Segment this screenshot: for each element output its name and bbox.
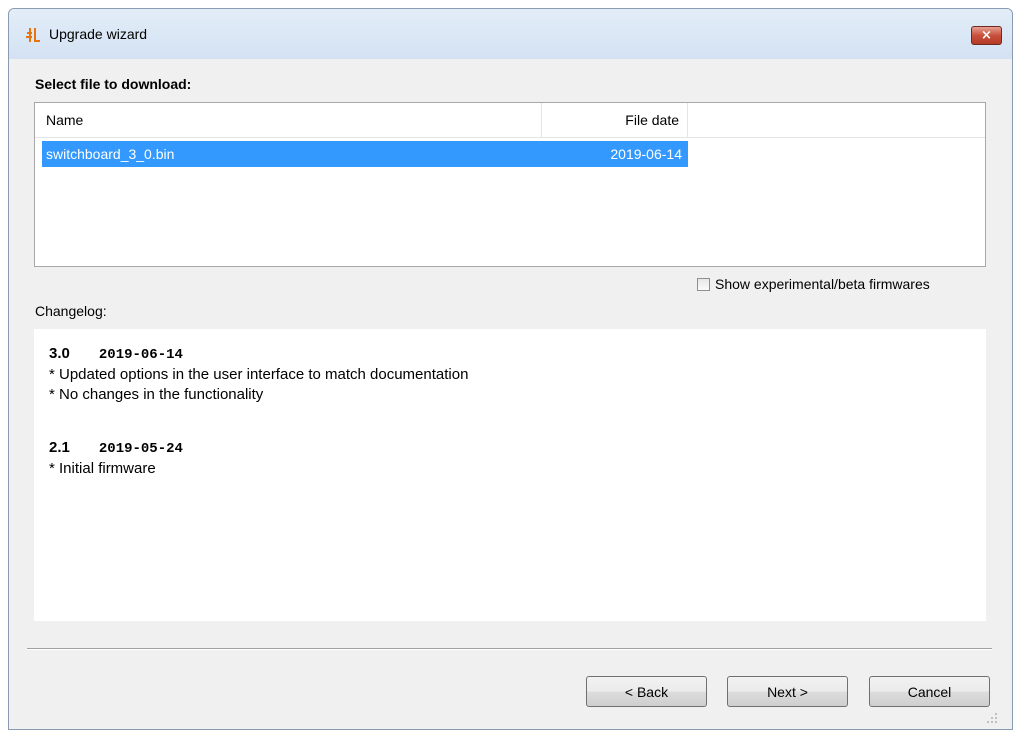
changelog-date: 2019-05-24 (98, 441, 183, 457)
file-name-cell: switchboard_3_0.bin (46, 146, 175, 162)
resize-grip-icon[interactable] (986, 711, 998, 723)
next-button[interactable]: Next > (727, 676, 848, 707)
column-header-name[interactable]: Name (35, 103, 542, 137)
show-beta-option[interactable]: Show experimental/beta firmwares (697, 274, 930, 294)
file-list-table[interactable]: Name File date switchboard_3_0.bin 2019-… (34, 102, 986, 267)
close-icon: × (981, 28, 992, 43)
show-beta-label[interactable]: Show experimental/beta firmwares (715, 276, 930, 292)
select-file-heading: Select file to download: (35, 76, 192, 92)
title-bar[interactable]: Upgrade wizard × (9, 9, 1012, 59)
changelog-label: Changelog: (35, 303, 107, 319)
cancel-button[interactable]: Cancel (869, 676, 990, 707)
changelog-line: * No changes in the functionality (49, 386, 264, 403)
wizard-content: Select file to download: Name File date … (16, 59, 1000, 726)
changelog-line: * Updated options in the user interface … (49, 366, 469, 383)
table-header: Name File date (35, 103, 985, 138)
file-date-cell: 2019-06-14 (610, 146, 682, 162)
upgrade-wizard-window: Upgrade wizard × Select file to download… (8, 8, 1013, 730)
footer-divider (27, 648, 992, 650)
back-button[interactable]: < Back (586, 676, 707, 707)
changelog-date: 2019-06-14 (98, 347, 183, 363)
changelog-version: 2.1 (49, 439, 70, 456)
changelog-line: * Initial firmware (49, 460, 156, 477)
close-button[interactable]: × (971, 26, 1002, 45)
changelog-panel: 3.0 2019-06-14 * Updated options in the … (34, 329, 986, 621)
table-row[interactable]: switchboard_3_0.bin 2019-06-14 (42, 141, 688, 167)
window-title: Upgrade wizard (49, 26, 148, 42)
changelog-entry: 2.1 2019-05-24 * Initial firmware (49, 439, 183, 479)
app-logo-icon (25, 27, 41, 43)
changelog-version: 3.0 (49, 345, 70, 362)
show-beta-checkbox[interactable] (697, 277, 710, 291)
column-header-file-date[interactable]: File date (542, 103, 688, 137)
changelog-entry: 3.0 2019-06-14 * Updated options in the … (49, 345, 468, 405)
